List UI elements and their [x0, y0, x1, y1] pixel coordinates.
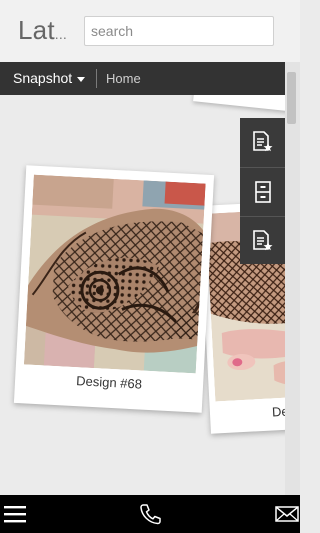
- scrollbar-thumb[interactable]: [287, 72, 296, 124]
- nav-divider: [96, 69, 97, 88]
- card-caption: Design #68: [75, 373, 143, 392]
- snapshot-dropdown[interactable]: Snapshot: [13, 62, 86, 95]
- file-cabinet-icon: [254, 181, 271, 203]
- document-star-icon: [252, 230, 272, 251]
- site-logo[interactable]: Lat...: [18, 15, 67, 46]
- phone-icon: [140, 504, 161, 525]
- henna-photo: [23, 174, 206, 374]
- document-star-icon: [252, 131, 272, 152]
- design-card[interactable]: Design #68: [13, 165, 215, 413]
- menu-icon: [4, 506, 26, 523]
- brand-ellipsis: ...: [54, 26, 68, 42]
- snapshot-label: Snapshot: [13, 70, 73, 86]
- caret-down-icon: [77, 76, 86, 82]
- brand-text: Lat: [18, 15, 55, 45]
- mail-button[interactable]: [274, 495, 300, 533]
- add-favorite-button[interactable]: [240, 118, 285, 166]
- bottom-bar: [0, 495, 300, 533]
- breadcrumb-home[interactable]: Home: [106, 62, 141, 95]
- menu-button[interactable]: [0, 495, 30, 533]
- card-caption: De: [271, 403, 285, 420]
- search-input[interactable]: [84, 16, 274, 46]
- partial-card[interactable]: [193, 95, 285, 113]
- scrollbar-track[interactable]: [285, 62, 300, 495]
- mail-icon: [275, 506, 299, 522]
- app-header: Lat...: [0, 0, 300, 62]
- call-button[interactable]: [136, 495, 164, 533]
- favorite-button[interactable]: [240, 216, 285, 265]
- tool-panel: [240, 118, 285, 264]
- archive-button[interactable]: [240, 167, 285, 216]
- nav-bar: Snapshot Home: [0, 62, 285, 95]
